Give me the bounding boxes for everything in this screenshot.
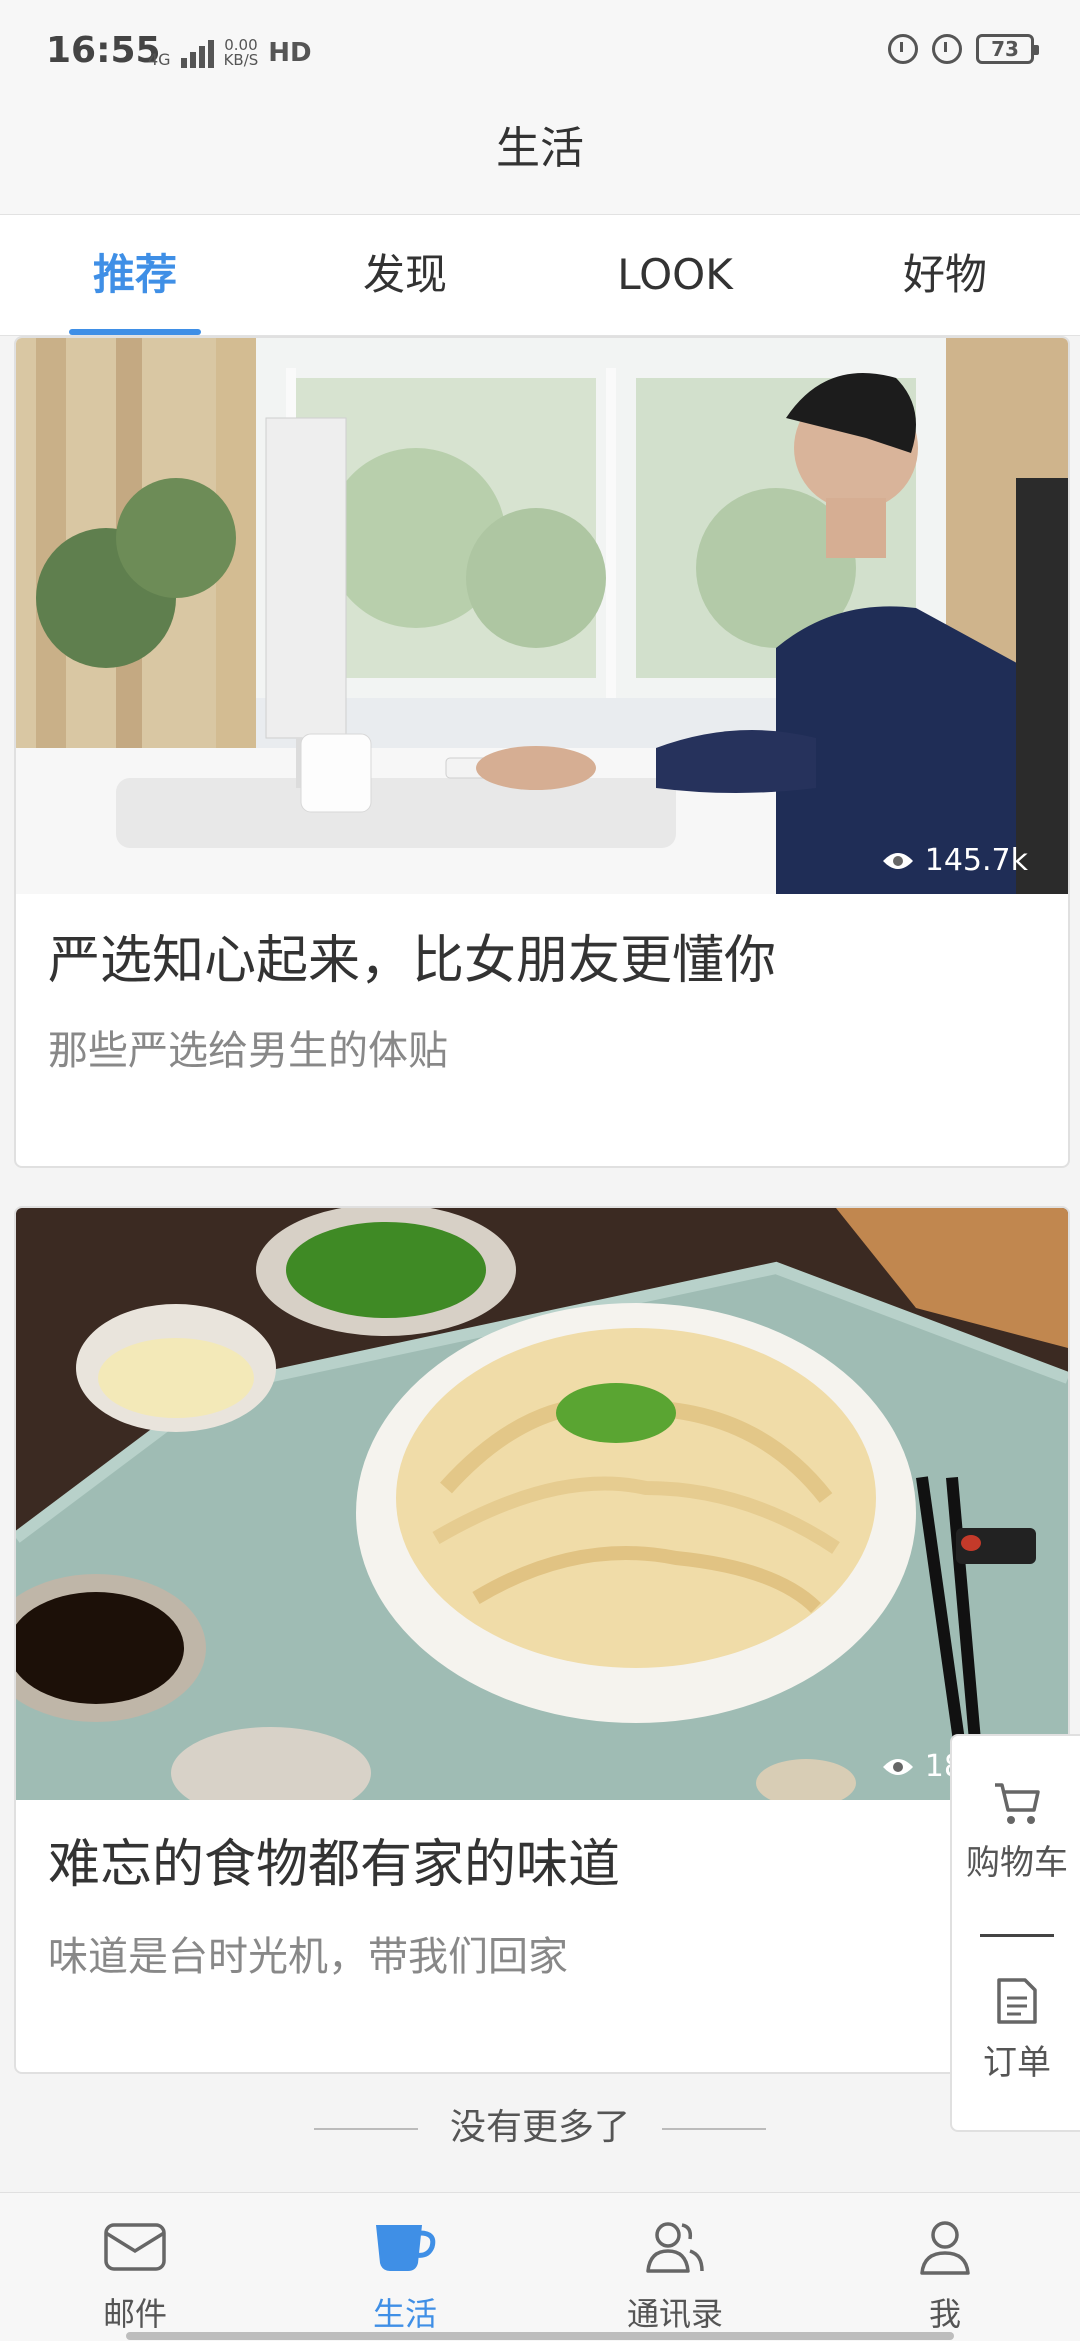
- signal-icon: [180, 40, 214, 68]
- person-icon: [920, 2221, 970, 2275]
- status-bar: 16:55 4G 0.00 KB/S HD 73: [0, 0, 1080, 110]
- article-subtitle: 那些严选给男生的体贴: [48, 1028, 448, 1074]
- page-title: 生活: [496, 123, 584, 174]
- battery-icon: 73: [976, 34, 1039, 64]
- network-speed-unit: KB/S: [223, 51, 259, 69]
- tab-good-items[interactable]: 好物: [810, 215, 1080, 335]
- eye-icon: [882, 852, 913, 869]
- cart-button[interactable]: 购物车: [952, 1780, 1080, 1884]
- nav-mail[interactable]: 邮件: [0, 2193, 270, 2341]
- floating-shortcut-panel: 购物车 订单: [950, 1734, 1080, 2132]
- rotation-lock-icon: [888, 34, 918, 64]
- mail-icon: [104, 2223, 166, 2271]
- divider-left: [313, 2128, 418, 2130]
- bottom-nav: 邮件 生活 通讯录 我: [0, 2192, 1080, 2341]
- eye-icon: [882, 1758, 913, 1775]
- nav-contacts[interactable]: 通讯录: [540, 2193, 810, 2341]
- cart-label: 购物车: [966, 1843, 1068, 1883]
- tab-bar: 推荐 发现 LOOK 好物: [0, 215, 1080, 336]
- view-count: 145.7k: [881, 843, 1028, 878]
- article-title: 难忘的食物都有家的味道: [48, 1835, 621, 1895]
- network-type: 4G: [148, 50, 171, 69]
- article-image: 187.0k: [16, 1208, 1068, 1800]
- network-speed: 0.00 KB/S: [224, 38, 259, 68]
- nav-life-label: 生活: [372, 2295, 437, 2333]
- nav-me-label: 我: [928, 2295, 961, 2333]
- network-indicator: 4G 0.00 KB/S HD: [148, 38, 312, 68]
- article-card[interactable]: 187.0k 难忘的食物都有家的味道 味道是台时光机，带我们回家: [14, 1206, 1070, 2074]
- panel-divider: [980, 1934, 1054, 1937]
- home-indicator: [126, 2332, 954, 2340]
- article-title: 严选知心起来，比女朋友更懂你: [48, 931, 777, 991]
- hd-icon: HD: [268, 38, 312, 68]
- status-right: 73: [888, 34, 1039, 64]
- article-subtitle: 味道是台时光机，带我们回家: [48, 1934, 568, 1980]
- article-card[interactable]: 145.7k 严选知心起来，比女朋友更懂你 那些严选给男生的体贴: [14, 336, 1070, 1168]
- article-image: 145.7k: [16, 338, 1068, 894]
- divider-right: [662, 2128, 766, 2130]
- cup-icon: [376, 2225, 436, 2271]
- tab-recommend[interactable]: 推荐: [0, 215, 270, 335]
- nav-me[interactable]: 我: [810, 2193, 1080, 2341]
- view-count-value: 145.7k: [924, 843, 1028, 878]
- cart-icon: [995, 1783, 1040, 1824]
- contacts-icon: [646, 2222, 704, 2273]
- tab-discover[interactable]: 发现: [270, 215, 540, 335]
- end-of-list-text: 没有更多了: [449, 2107, 630, 2148]
- status-time: 16:55: [46, 30, 161, 71]
- orders-button[interactable]: 订单: [952, 1976, 1080, 2084]
- end-of-list: 没有更多了: [0, 2098, 1080, 2150]
- orders-label: 订单: [983, 2043, 1051, 2083]
- nav-mail-label: 邮件: [102, 2295, 167, 2333]
- nav-life[interactable]: 生活: [270, 2193, 540, 2341]
- alarm-icon: [932, 34, 962, 64]
- order-list-icon: [997, 1978, 1037, 2024]
- tab-look[interactable]: LOOK: [540, 215, 810, 335]
- title-bar: 生活: [0, 110, 1080, 215]
- nav-contacts-label: 通讯录: [626, 2295, 723, 2333]
